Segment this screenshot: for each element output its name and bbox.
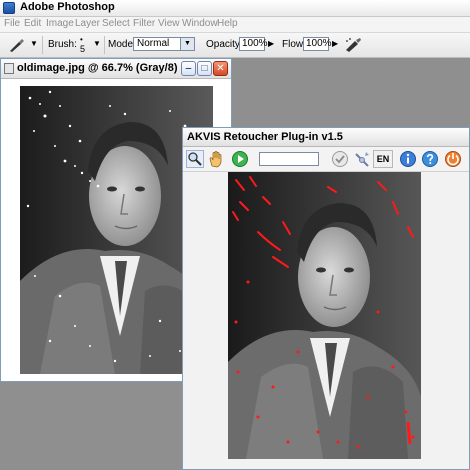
brush-tool-icon[interactable] [8,37,26,53]
tool-preset-arrow-icon[interactable]: ▼ [30,39,38,48]
app-title: Adobe Photoshop [20,1,115,13]
brush-label: Brush: [48,39,77,50]
menu-view[interactable]: View [158,18,180,29]
mode-value: Normal [137,38,170,49]
zoom-icon[interactable] [186,150,204,168]
menu-window[interactable]: Window [182,18,218,29]
options-bar: ▼ Brush: • 5 ▼ Mode: Normal ▼ Opacity: 1… [0,33,470,58]
chevron-down-icon: ▼ [180,38,194,50]
menu-help[interactable]: Help [217,18,238,29]
minimize-icon: ‒ [185,63,192,74]
defect-scratch [406,421,412,445]
maximize-icon: □ [201,63,208,74]
menu-select[interactable]: Select [102,18,130,29]
opacity-input[interactable]: 100% [239,37,268,51]
progress-field [259,152,319,166]
photoshop-logo-icon [3,2,15,14]
brush-size[interactable]: 5 [80,44,85,54]
opacity-label: Opacity: [206,39,243,50]
document-title: oldimage.jpg @ 66.7% (Gray/8) [17,62,178,74]
options-separator [104,36,105,54]
menu-edit[interactable]: Edit [24,18,41,29]
menu-bar: File Edit Image Layer Select Filter View… [0,17,470,33]
menu-file[interactable]: File [4,18,20,29]
marked-portrait-photo[interactable] [228,172,421,459]
plugin-window[interactable]: AKVIS Retoucher Plug-in v1.5 EN [182,127,470,470]
brush-dot-icon: • [80,35,83,44]
opacity-value: 100% [242,38,268,49]
mode-label: Mode: [108,39,136,50]
menu-image[interactable]: Image [46,18,74,29]
document-icon [4,63,14,74]
run-icon[interactable] [231,150,249,168]
settings-icon[interactable] [353,150,371,168]
opacity-slider-arrow-icon[interactable]: ▶ [268,39,274,48]
check-icon[interactable] [331,150,349,168]
app-title-bar: Adobe Photoshop [0,0,470,17]
plugin-title: AKVIS Retoucher Plug-in v1.5 [187,131,343,143]
menu-filter[interactable]: Filter [133,18,155,29]
flow-input[interactable]: 100% [303,37,332,51]
close-button[interactable]: ✕ [213,61,228,76]
minimize-button[interactable]: ‒ [181,61,196,76]
document-title-bar[interactable]: oldimage.jpg @ 66.7% (Gray/8) ‒ □ ✕ [1,59,231,79]
flow-value: 100% [306,38,332,49]
help-icon[interactable] [421,150,439,168]
close-icon: ✕ [216,63,225,74]
options-separator [42,36,43,54]
brush-picker-arrow-icon[interactable]: ▼ [93,39,101,48]
info-icon[interactable] [399,150,417,168]
language-button[interactable]: EN [373,150,393,168]
plugin-toolbar: EN [183,147,469,172]
portrait-preview-image [228,172,421,459]
language-label: EN [376,154,390,164]
maximize-button[interactable]: □ [197,61,212,76]
hand-icon[interactable] [207,150,225,168]
airbrush-icon[interactable] [343,37,363,53]
mode-select[interactable]: Normal ▼ [133,37,195,51]
plugin-title-bar[interactable]: AKVIS Retoucher Plug-in v1.5 [183,128,469,147]
plugin-preview-area[interactable] [183,172,469,469]
menu-layer[interactable]: Layer [75,18,100,29]
flow-slider-arrow-icon[interactable]: ▶ [332,39,338,48]
exit-icon[interactable] [444,150,462,168]
